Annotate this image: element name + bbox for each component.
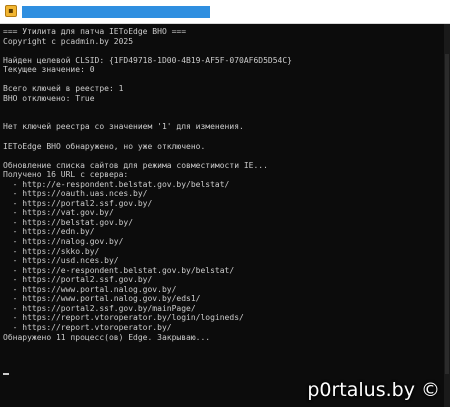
console-line: - https://skko.by/ xyxy=(3,246,100,256)
console-line: - https://portal2.ssf.gov.by/ xyxy=(3,198,153,208)
scrollbar-thumb[interactable] xyxy=(445,54,449,374)
console-line: - https://www.portal.nalog.gov.by/ xyxy=(3,284,177,294)
console-line: - https://www.portal.nalog.gov.by/eds1/ xyxy=(3,294,201,304)
console-line: - https://usd.nces.by/ xyxy=(3,256,119,266)
console-line: - https://vat.gov.by/ xyxy=(3,208,114,218)
watermark: p0rtalus.by © xyxy=(307,379,440,401)
console-line: - https://portal2.ssf.gov.by/ xyxy=(3,275,153,285)
window-titlebar[interactable]: ▪ xyxy=(0,0,450,24)
console-line: - https://belstat.gov.by/ xyxy=(3,217,134,227)
console-line: - https://report.vtoroperator.by/login/l… xyxy=(3,313,244,323)
console-line: - https://report.vtoroperator.by/ xyxy=(3,322,172,332)
console-line: - http://e-respondent.belstat.gov.by/bel… xyxy=(3,179,230,189)
console-line: - https://edn.by/ xyxy=(3,227,95,237)
console-line: BHO отключено: True xyxy=(3,93,95,103)
console-line: - https://e-respondent.belstat.gov.by/be… xyxy=(3,265,235,275)
console-line: IEToEdge BHO обнаружено, но уже отключен… xyxy=(3,141,206,151)
console-line: Получено 16 URL с сервера: xyxy=(3,170,129,180)
console-line: Нет ключей реестра со значением '1' для … xyxy=(3,122,244,132)
console-line: Текущее значение: 0 xyxy=(3,65,95,75)
console-line: - https://nalog.gov.by/ xyxy=(3,237,124,247)
console-line: Найден целевой CLSID: {1FD49718-1D00-4B1… xyxy=(3,55,292,65)
console-line: Обнаружено 11 процесс(ов) Edge. Закрываю… xyxy=(3,332,211,342)
console-line: - https://oauth.uas.nces.by/ xyxy=(3,189,148,199)
console-line: Copyright c pcadmin.by 2025 xyxy=(3,36,134,46)
console-line: Обновление списка сайтов для режима совм… xyxy=(3,160,268,170)
console-app-icon[interactable]: ▪ xyxy=(5,5,17,17)
console-line: Всего ключей в реестре: 1 xyxy=(3,84,124,94)
console-line: - https://portal2.ssf.gov.by/mainPage/ xyxy=(3,303,196,313)
console-output[interactable]: === Утилита для патча IEToEdge BHO === Co… xyxy=(3,27,443,379)
vertical-scrollbar[interactable] xyxy=(444,24,450,407)
text-cursor xyxy=(3,373,9,375)
redacted-window-title xyxy=(22,6,210,18)
console-line: === Утилита для патча IEToEdge BHO === xyxy=(3,27,187,36)
